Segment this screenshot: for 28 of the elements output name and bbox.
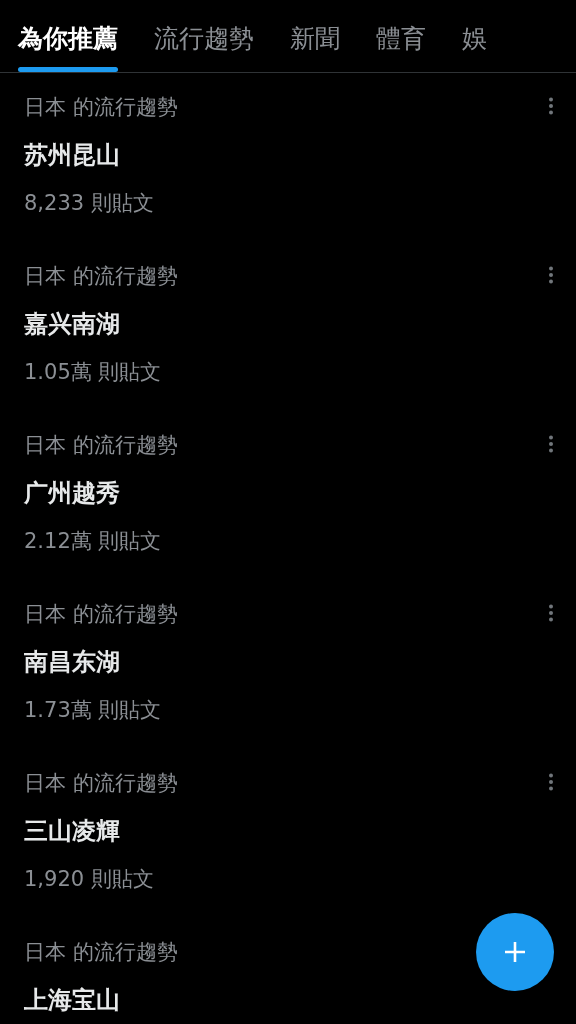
trend-context: 日本 的流行趨勢 <box>24 432 178 459</box>
trend-title[interactable]: 上海宝山 <box>24 984 120 1016</box>
trend-context: 日本 的流行趨勢 <box>24 770 178 797</box>
trend-context: 日本 的流行趨勢 <box>24 94 178 121</box>
trend-context: 日本 的流行趨勢 <box>24 263 178 290</box>
trend-title[interactable]: 广州越秀 <box>24 477 120 509</box>
plus-icon <box>503 940 527 964</box>
more-icon[interactable] <box>548 773 554 791</box>
tab[interactable]: 流行趨勢 <box>154 0 254 72</box>
post-count: 8,233 則貼文 <box>24 190 154 217</box>
tab[interactable]: 為你推薦 <box>18 0 118 72</box>
trend-title[interactable]: 三山凌輝 <box>24 815 120 847</box>
trend-context: 日本 的流行趨勢 <box>24 939 178 966</box>
more-icon[interactable] <box>548 266 554 284</box>
trend-title[interactable]: 苏州昆山 <box>24 139 120 171</box>
post-count: 1.73萬 則貼文 <box>24 697 162 724</box>
more-icon[interactable] <box>548 435 554 453</box>
tab[interactable]: 新聞 <box>290 0 340 72</box>
more-icon[interactable] <box>548 97 554 115</box>
more-icon[interactable] <box>548 604 554 622</box>
post-count: 1.05萬 則貼文 <box>24 359 162 386</box>
trend-title[interactable]: 南昌东湖 <box>24 646 120 678</box>
post-count: 1,920 則貼文 <box>24 866 154 893</box>
trend-context: 日本 的流行趨勢 <box>24 601 178 628</box>
trend-title[interactable]: 嘉兴南湖 <box>24 308 120 340</box>
tab[interactable]: 體育 <box>376 0 426 72</box>
tab[interactable]: 娛 <box>462 0 487 72</box>
post-count: 2.12萬 則貼文 <box>24 528 162 555</box>
